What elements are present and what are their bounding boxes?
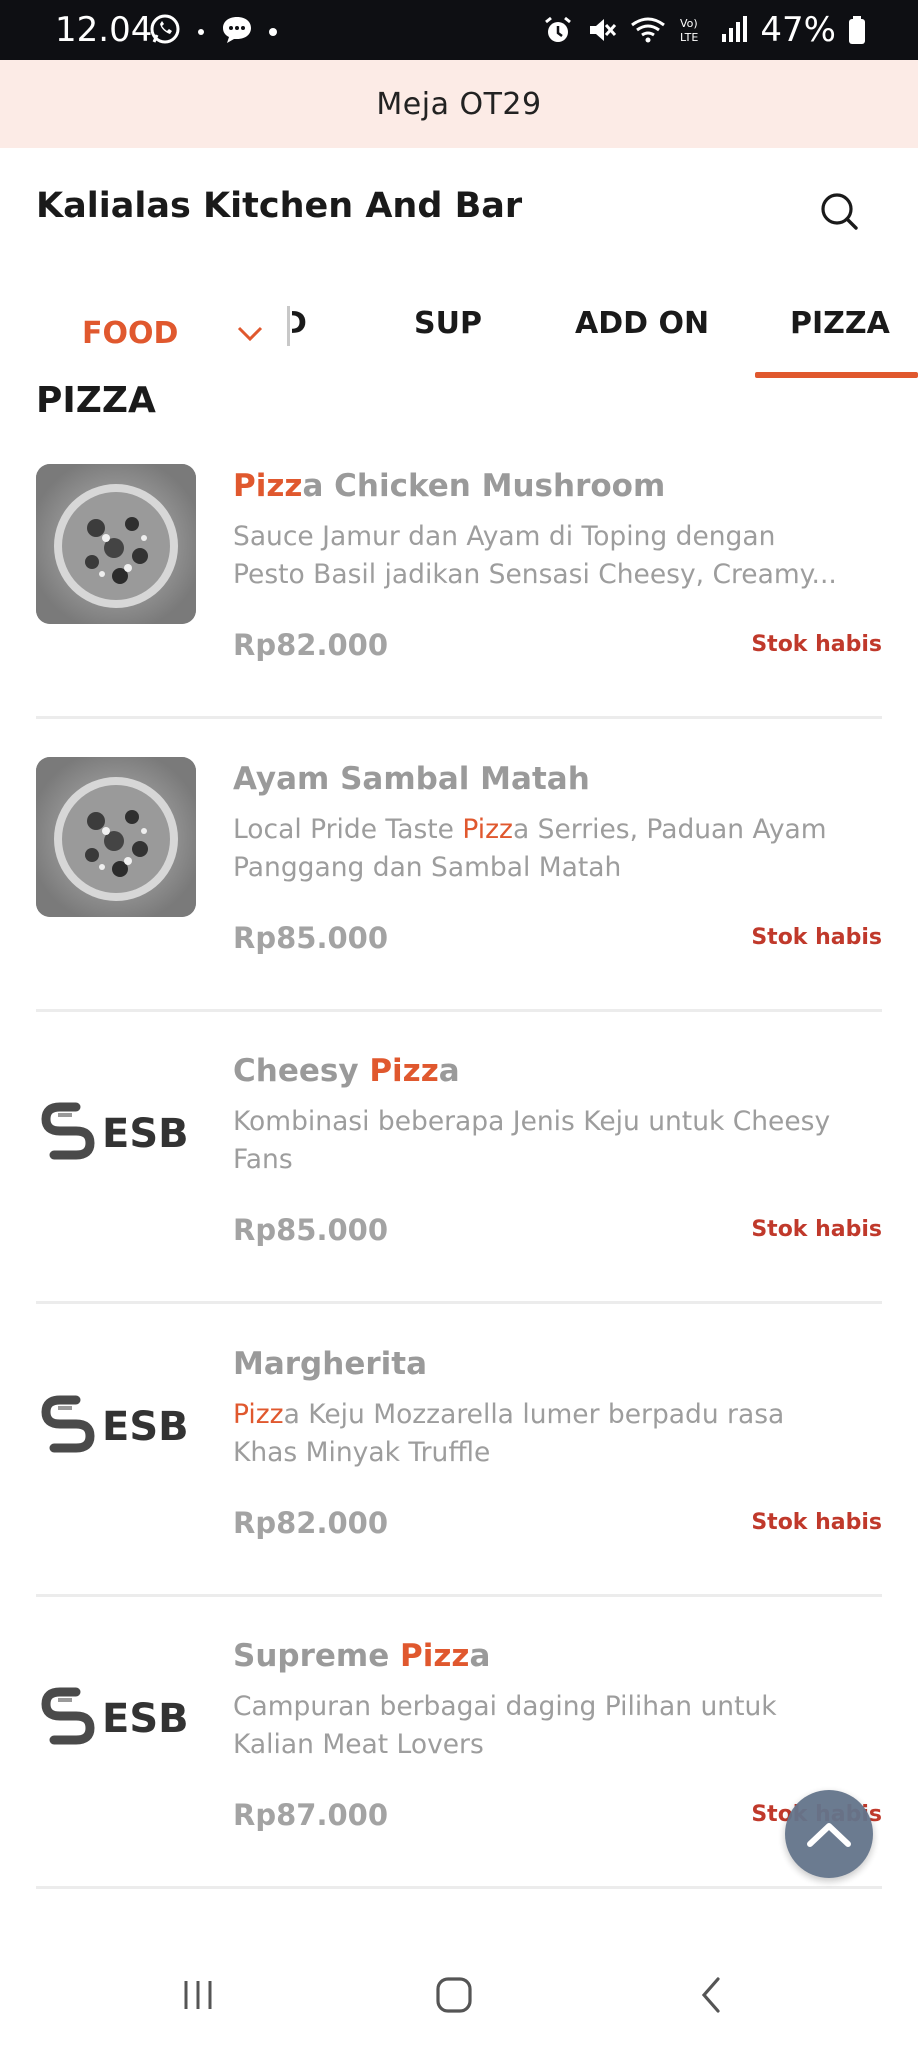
- menu-item-name: Cheesy Pizza: [233, 1053, 460, 1089]
- store-name: Kalialas Kitchen And Bar: [36, 186, 523, 226]
- system-nav-bar: [0, 1940, 918, 2048]
- menu-item-name: Margherita: [233, 1345, 427, 1382]
- pizza-photo: [36, 464, 196, 624]
- scroll-to-top-button[interactable]: [785, 1790, 873, 1878]
- menu-item-price: Rp82.000: [233, 628, 388, 662]
- menu-item-description: Kombinasi beberapa Jenis Keju untuk Chee…: [233, 1106, 831, 1175]
- chevron-down-icon: [237, 326, 263, 342]
- esb-logo-text: ESB: [102, 1404, 189, 1450]
- menu-item-price: Rp85.000: [233, 1213, 388, 1247]
- stock-status-label: Stok habis: [751, 924, 882, 950]
- menu-item[interactable]: ESB Margherita Pizza Keju Mozzarella lum…: [36, 1338, 882, 1630]
- whatsapp-icon: [150, 14, 180, 44]
- menu-item-price: Rp85.000: [233, 920, 388, 955]
- menu-item[interactable]: Pizza Chicken Mushroom Sauce Jamur dan A…: [36, 460, 882, 752]
- menu-item-price: Rp82.000: [233, 1505, 388, 1540]
- menu-item-description: Sauce Jamur dan Ayam di Toping dengan Pe…: [233, 521, 837, 590]
- svg-text:LTE: LTE: [680, 31, 698, 44]
- tab-pizza[interactable]: PIZZA: [790, 306, 890, 341]
- tab-partial[interactable]: D: [292, 306, 307, 341]
- menu-item[interactable]: Ayam Sambal Matah Local Pride Taste Pizz…: [36, 753, 882, 1045]
- menu-item[interactable]: ESB Cheesy Pizza Kombinasi beberapa Jeni…: [36, 1045, 882, 1337]
- table-number: Meja OT29: [376, 86, 542, 122]
- home-button[interactable]: [424, 1970, 484, 2020]
- menu-item-description: Local Pride Taste Pizza Serries, Paduan …: [233, 813, 827, 883]
- dot-icon: [198, 29, 204, 35]
- status-bar: 12.04 Vo) LTE 47%: [0, 0, 918, 60]
- back-button[interactable]: [682, 1970, 742, 2020]
- chat-bubble-icon: [223, 17, 251, 43]
- esb-logo-text: ESB: [102, 1696, 189, 1742]
- esb-logo: ESB: [36, 1049, 196, 1209]
- tab-sup[interactable]: SUP: [414, 306, 482, 341]
- mute-icon: [590, 19, 617, 41]
- menu-item-description: Campuran berbagai daging Pilihan untuk K…: [233, 1691, 777, 1760]
- battery-icon: [849, 16, 865, 44]
- category-bar: FOOD D SUP ADD ON PIZZA: [0, 270, 918, 380]
- svg-text:Vo): Vo): [680, 17, 698, 30]
- section-title: PIZZA: [36, 380, 156, 421]
- search-icon: [821, 193, 858, 230]
- item-divider: [36, 1301, 882, 1304]
- tab-add-on[interactable]: ADD ON: [575, 306, 709, 341]
- menu-item-price: Rp87.000: [233, 1798, 388, 1832]
- menu-item-description: Pizza Keju Mozzarella lumer berpadu rasa…: [233, 1398, 785, 1468]
- category-tabs: D SUP ADD ON PIZZA: [292, 270, 918, 380]
- item-divider: [36, 1008, 882, 1012]
- volte-icon: Vo)LTE: [680, 17, 698, 44]
- search-highlight: Pizz: [462, 813, 513, 845]
- header: Kalialas Kitchen And Bar: [0, 148, 918, 270]
- menu-item-name: Pizza Chicken Mushroom: [233, 468, 666, 504]
- status-time: 12.04: [55, 10, 153, 50]
- menu-item-name: Ayam Sambal Matah: [233, 760, 590, 797]
- esb-logo: ESB: [36, 1341, 196, 1502]
- wifi-icon: [631, 17, 666, 43]
- stock-status-label: Stok habis: [751, 1509, 882, 1535]
- category-divider: [287, 306, 290, 346]
- chevron-up-icon: [807, 1823, 851, 1847]
- menu-item[interactable]: ESB Supreme Pizza Campuran berbagai dagi…: [36, 1630, 882, 1922]
- menu-item-name: Supreme Pizza: [233, 1638, 491, 1674]
- item-divider: [36, 1886, 882, 1889]
- search-button[interactable]: [816, 188, 864, 236]
- category-dropdown[interactable]: FOOD: [36, 302, 284, 366]
- home-icon: [436, 1977, 472, 2013]
- signal-icon: [722, 16, 748, 42]
- pizza-photo: [36, 756, 196, 917]
- battery-percent: 47%: [760, 10, 836, 50]
- recent-apps-icon: [184, 1981, 212, 2009]
- category-dropdown-label: FOOD: [82, 316, 179, 351]
- item-divider: [36, 716, 882, 719]
- item-divider: [36, 1593, 882, 1597]
- stock-status-label: Stok habis: [751, 1217, 882, 1242]
- active-tab-indicator: [755, 372, 918, 378]
- dot-icon: [269, 28, 277, 36]
- alarm-icon: [545, 16, 572, 42]
- search-highlight: Pizz: [233, 468, 303, 504]
- search-highlight: Pizz: [400, 1638, 470, 1674]
- table-banner: Meja OT29: [0, 60, 918, 148]
- esb-logo: ESB: [36, 1634, 196, 1794]
- search-highlight: Pizz: [233, 1398, 284, 1430]
- esb-logo-text: ESB: [102, 1111, 189, 1157]
- recent-apps-button[interactable]: [168, 1970, 228, 2020]
- search-highlight: Pizz: [369, 1053, 439, 1089]
- back-icon: [701, 1977, 720, 2013]
- stock-status-label: Stok habis: [751, 632, 882, 657]
